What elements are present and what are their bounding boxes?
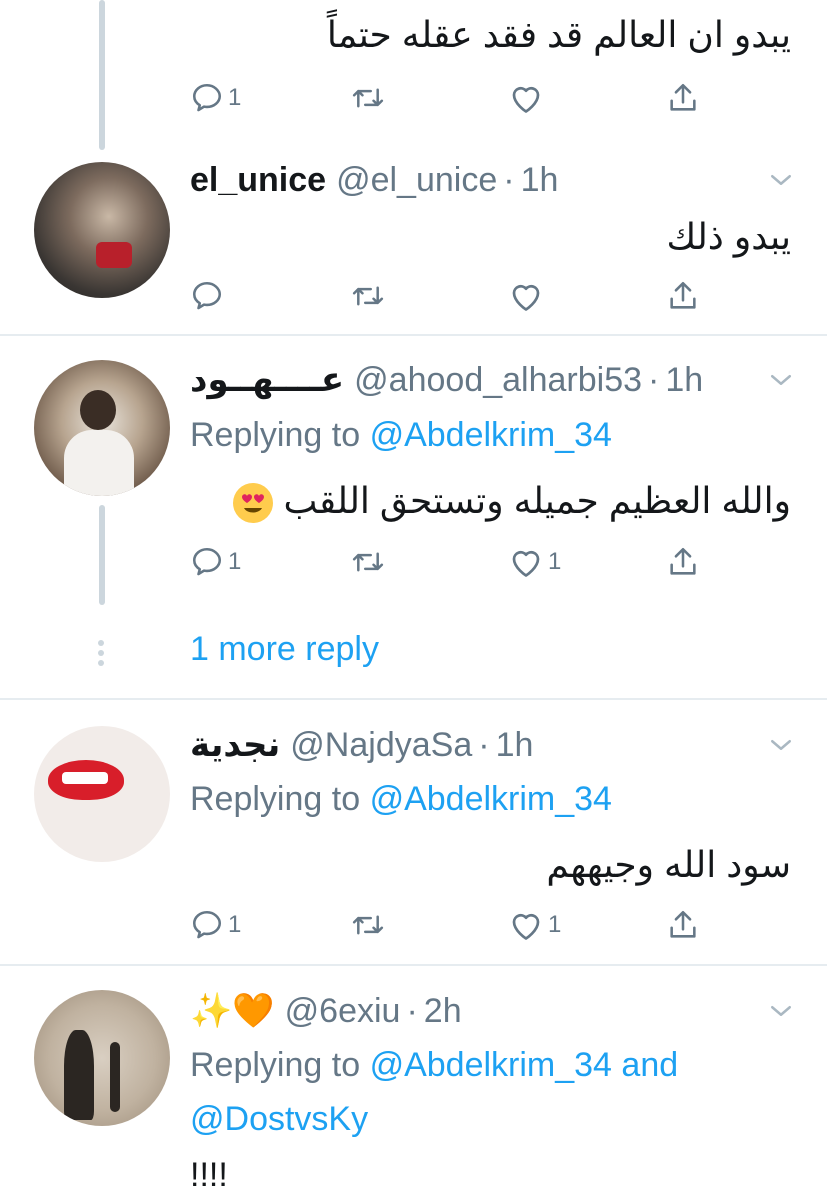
reply-icon bbox=[192, 281, 222, 310]
tweet-header: نجدية @NajdyaSa · 1h bbox=[190, 720, 533, 770]
retweet-button[interactable] bbox=[350, 542, 386, 582]
reply-icon bbox=[192, 83, 222, 112]
reply-button[interactable]: 1 bbox=[190, 905, 241, 945]
replying-to: Replying to @Abdelkrim_34 and bbox=[190, 1042, 678, 1088]
mention-link[interactable]: @Abdelkrim_34 bbox=[370, 1046, 612, 1084]
chevron-down-icon[interactable] bbox=[766, 365, 796, 395]
mention-link[interactable]: @Abdelkrim_34 bbox=[370, 416, 612, 454]
separator-dot: · bbox=[648, 360, 660, 399]
like-button[interactable] bbox=[508, 78, 544, 118]
chevron-down-icon[interactable] bbox=[766, 730, 796, 760]
tweet-text: سود الله وجيههم bbox=[546, 844, 791, 885]
user-handle[interactable]: @6exiu bbox=[285, 992, 401, 1031]
replying-label: Replying to bbox=[190, 416, 361, 454]
reply-button[interactable]: 1 bbox=[190, 78, 241, 118]
like-count: 1 bbox=[548, 911, 562, 938]
reply-icon bbox=[192, 547, 222, 576]
timestamp[interactable]: 2h bbox=[424, 992, 462, 1031]
mention-and: and bbox=[621, 1046, 679, 1084]
display-name[interactable]: نجدية bbox=[190, 725, 280, 765]
tweet-actions: 1 1 bbox=[190, 905, 720, 945]
display-name[interactable]: el_unice bbox=[190, 161, 326, 200]
tweet-actions: 1 1 bbox=[190, 542, 720, 582]
like-icon bbox=[512, 284, 540, 311]
retweet-button[interactable] bbox=[350, 78, 386, 118]
like-button[interactable]: 1 bbox=[508, 905, 561, 945]
timestamp[interactable]: 1h bbox=[496, 726, 534, 765]
tweet-text: !!!! bbox=[190, 1156, 228, 1194]
replying-label: Replying to bbox=[190, 780, 361, 818]
tweet-text: والله العظيم جميله وتستحق اللقب bbox=[225, 480, 791, 524]
like-icon bbox=[512, 550, 540, 577]
tweet-actions: 1 bbox=[190, 78, 720, 118]
tweet-header: el_unice @el_unice · 1h bbox=[190, 155, 558, 205]
tweet-header: عــــهــود @ahood_alharbi53 · 1h bbox=[190, 355, 703, 405]
chevron-down-icon[interactable] bbox=[766, 996, 796, 1026]
like-button[interactable] bbox=[508, 276, 544, 316]
retweet-button[interactable] bbox=[350, 905, 386, 945]
like-icon bbox=[512, 86, 540, 113]
tweet-text-content: والله العظيم جميله وتستحق اللقب bbox=[283, 480, 791, 521]
timestamp[interactable]: 1h bbox=[521, 161, 559, 200]
separator-dot: · bbox=[503, 160, 515, 199]
tweet-text: يبدو ذلك bbox=[666, 216, 791, 257]
tweet-header: ✨🧡 @6exiu · 2h bbox=[190, 986, 462, 1036]
reply-button[interactable]: 1 bbox=[190, 542, 241, 582]
reply-count: 1 bbox=[228, 548, 242, 575]
share-icon bbox=[670, 83, 696, 111]
avatar[interactable] bbox=[34, 990, 170, 1126]
thread-line bbox=[99, 505, 105, 605]
display-name[interactable]: عــــهــود bbox=[190, 360, 344, 400]
user-handle[interactable]: @ahood_alharbi53 bbox=[354, 361, 642, 400]
share-icon bbox=[670, 281, 696, 309]
chevron-down-icon[interactable] bbox=[766, 165, 796, 195]
reply-button[interactable] bbox=[190, 276, 224, 316]
display-name[interactable]: ✨🧡 bbox=[190, 991, 275, 1031]
like-button[interactable]: 1 bbox=[508, 542, 561, 582]
divider bbox=[0, 964, 827, 966]
retweet-icon bbox=[352, 88, 384, 108]
share-button[interactable] bbox=[666, 78, 700, 118]
timestamp[interactable]: 1h bbox=[665, 361, 703, 400]
user-handle[interactable]: @el_unice bbox=[336, 161, 497, 200]
mention-link[interactable]: @Abdelkrim_34 bbox=[370, 780, 612, 818]
more-replies-link[interactable]: 1 more reply bbox=[190, 630, 379, 669]
reply-count: 1 bbox=[228, 84, 242, 111]
separator-dot: · bbox=[478, 725, 490, 764]
divider bbox=[0, 698, 827, 700]
share-button[interactable] bbox=[666, 542, 700, 582]
reply-count: 1 bbox=[228, 911, 242, 938]
avatar[interactable] bbox=[34, 360, 170, 496]
thread-line bbox=[99, 0, 105, 150]
more-replies-dots bbox=[98, 640, 106, 670]
heart-eyes-emoji bbox=[233, 483, 274, 524]
replying-to: Replying to @Abdelkrim_34 bbox=[190, 412, 612, 458]
share-icon bbox=[670, 910, 696, 938]
avatar[interactable] bbox=[34, 162, 170, 298]
replying-to-line-2: @DostvsKy bbox=[190, 1096, 368, 1142]
reply-icon bbox=[192, 910, 222, 939]
tweet-actions bbox=[190, 276, 720, 316]
replying-to: Replying to @Abdelkrim_34 bbox=[190, 776, 612, 822]
like-icon bbox=[512, 913, 540, 940]
user-handle[interactable]: @NajdyaSa bbox=[290, 726, 472, 765]
mention-link[interactable]: @DostvsKy bbox=[190, 1100, 368, 1138]
separator-dot: · bbox=[406, 991, 418, 1030]
share-button[interactable] bbox=[666, 276, 700, 316]
share-icon bbox=[670, 547, 696, 575]
replying-label: Replying to bbox=[190, 1046, 361, 1084]
retweet-icon bbox=[352, 915, 384, 935]
retweet-button[interactable] bbox=[350, 276, 386, 316]
avatar[interactable] bbox=[34, 726, 170, 862]
retweet-icon bbox=[352, 286, 384, 306]
tweet-text: يبدو ان العالم قد فقد عقله حتماً bbox=[326, 14, 791, 55]
like-count: 1 bbox=[548, 548, 562, 575]
retweet-icon bbox=[352, 552, 384, 572]
divider bbox=[0, 334, 827, 336]
share-button[interactable] bbox=[666, 905, 700, 945]
